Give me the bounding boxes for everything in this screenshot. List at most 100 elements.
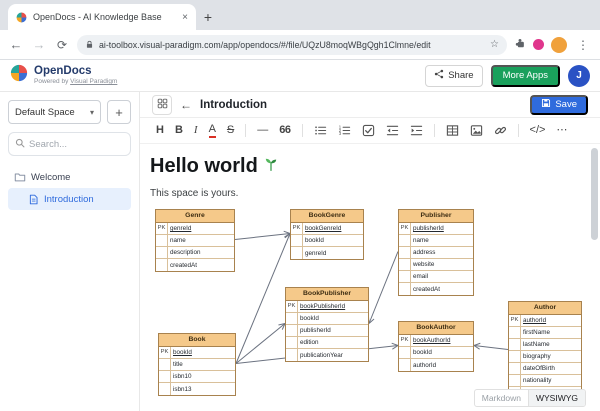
editor-surface[interactable]: Hello world This space is yours. Genre PK… [140, 144, 600, 411]
entity-field-row: PK bookAuthorId [399, 335, 473, 347]
field-name: publisherId [413, 225, 444, 232]
browser-tab-strip: OpenDocs - AI Knowledge Base × + [0, 0, 600, 30]
new-tab-button[interactable]: + [196, 5, 220, 29]
vendor-link[interactable]: Visual Paradigm [70, 78, 117, 85]
pk-cell [399, 283, 411, 295]
font-color-button[interactable]: A [208, 123, 216, 138]
blockquote-button[interactable]: 66 [279, 125, 291, 136]
browser-profile-avatar[interactable] [551, 36, 567, 53]
pk-cell: PK [159, 347, 171, 358]
extensions-puzzle-icon[interactable] [514, 36, 526, 54]
entity-field-row: dateOfBirth [509, 363, 581, 375]
field-name: lastName [523, 341, 550, 348]
field-name: isbn10 [173, 373, 192, 380]
table-button[interactable] [446, 124, 459, 137]
more-button[interactable]: ⋯ [556, 125, 567, 136]
sidebar-item-introduction[interactable]: Introduction [8, 188, 131, 210]
editor-mode-toggle: Markdown WYSIWYG [473, 389, 586, 407]
pk-cell [509, 339, 521, 350]
save-label: Save [555, 99, 577, 110]
entity-field-row: createdAt [156, 259, 234, 271]
app-subtitle: Powered by Visual Paradigm [34, 78, 117, 85]
entity-field-row: edition [286, 337, 368, 349]
entity-field-row: genreId [291, 247, 363, 259]
mode-markdown-button[interactable]: Markdown [475, 390, 529, 406]
browser-menu-icon[interactable]: ⋮ [574, 38, 592, 52]
entity-field-row: PK bookGenreId [291, 223, 363, 235]
entity-field-row: bookId [399, 347, 473, 359]
horizontal-rule-button[interactable]: — [257, 125, 268, 136]
entity-field-row: name [156, 235, 234, 247]
sidebar-search[interactable] [8, 132, 131, 156]
bullet-list-button[interactable] [314, 124, 327, 137]
field-name: genreId [170, 225, 192, 232]
link-button[interactable] [494, 124, 507, 137]
grid-icon [157, 96, 168, 114]
space-selector[interactable]: Default Space ▾ [8, 100, 101, 124]
editor-toolbar: H B I A S — 66 1 2 3 </> ⋯ [140, 118, 600, 144]
heading-button[interactable]: H [156, 125, 164, 136]
page-title: Introduction [200, 98, 268, 111]
pk-cell: PK [291, 223, 303, 234]
entity-field-row: biography [509, 351, 581, 363]
pk-cell [159, 371, 171, 382]
bold-button[interactable]: B [175, 125, 183, 136]
browser-tab[interactable]: OpenDocs - AI Knowledge Base × [8, 4, 196, 30]
entity-field-row: authorId [399, 359, 473, 371]
doc-back-button[interactable]: ← [180, 98, 192, 112]
sidebar-item-welcome[interactable]: Welcome [8, 166, 131, 188]
entity-field-row: publicationYear [286, 349, 368, 361]
image-button[interactable] [470, 124, 483, 137]
indent-button[interactable] [410, 124, 423, 137]
code-button[interactable]: </> [530, 125, 546, 136]
add-page-button[interactable]: + [107, 100, 131, 124]
outdent-button[interactable] [386, 124, 399, 137]
share-icon [434, 69, 444, 82]
more-apps-button[interactable]: More Apps [490, 64, 560, 87]
share-button[interactable]: Share [425, 64, 483, 87]
tab-close-icon[interactable]: × [182, 12, 188, 23]
entity-field-row: PK bookPublisherId [286, 301, 368, 313]
pages-panel-button[interactable] [152, 94, 172, 115]
toolbar-divider [301, 124, 303, 137]
pk-cell [286, 325, 298, 336]
italic-button[interactable]: I [194, 125, 198, 136]
field-name: dateOfBirth [523, 365, 555, 372]
pk-cell [291, 235, 303, 246]
content-scrollbar[interactable] [591, 146, 598, 409]
browser-window: OpenDocs - AI Knowledge Base × + ← → ⟳ a… [0, 0, 600, 411]
scrollbar-thumb[interactable] [591, 148, 598, 240]
entity-field-row: nationality [509, 375, 581, 387]
extension-pin-icon[interactable] [533, 39, 544, 50]
bookmark-star-icon[interactable]: ☆ [490, 39, 499, 50]
pk-cell [399, 347, 411, 358]
task-list-button[interactable] [362, 124, 375, 137]
search-input[interactable] [29, 138, 124, 150]
strikethrough-button[interactable]: S [227, 125, 234, 136]
entity-title: Publisher [399, 210, 473, 223]
doc-heading: Hello world [150, 154, 600, 178]
pk-cell: PK [509, 315, 521, 326]
entity-bookgenre: BookGenre PK bookGenreId bookId genreId [290, 209, 364, 260]
url-text: ai-toolbox.visual-paradigm.com/app/opend… [99, 39, 431, 50]
entity-field-row: PK publisherId [399, 223, 473, 235]
entity-field-row: name [399, 235, 473, 247]
mode-wysiwyg-button[interactable]: WYSIWYG [528, 390, 585, 406]
back-icon[interactable]: ← [8, 37, 24, 52]
pk-cell: PK [286, 301, 298, 312]
er-diagram[interactable]: Genre PK genreId name description createdAt Bo… [150, 207, 592, 411]
chevron-down-icon: ▾ [89, 107, 94, 117]
field-name: createdAt [170, 261, 197, 269]
reload-icon[interactable]: ⟳ [54, 38, 70, 52]
save-button[interactable]: Save [530, 94, 588, 115]
pk-cell [159, 359, 171, 370]
forward-icon[interactable]: → [31, 37, 47, 52]
document-icon [28, 194, 39, 205]
field-name: isbn13 [173, 385, 192, 393]
user-avatar[interactable]: J [568, 64, 590, 87]
sidebar-item-label: Introduction [44, 193, 94, 205]
url-bar[interactable]: ai-toolbox.visual-paradigm.com/app/opend… [77, 34, 507, 55]
field-name: firstName [523, 329, 550, 336]
site-favicon-icon [16, 12, 27, 23]
ordered-list-button[interactable]: 123 [338, 124, 351, 137]
